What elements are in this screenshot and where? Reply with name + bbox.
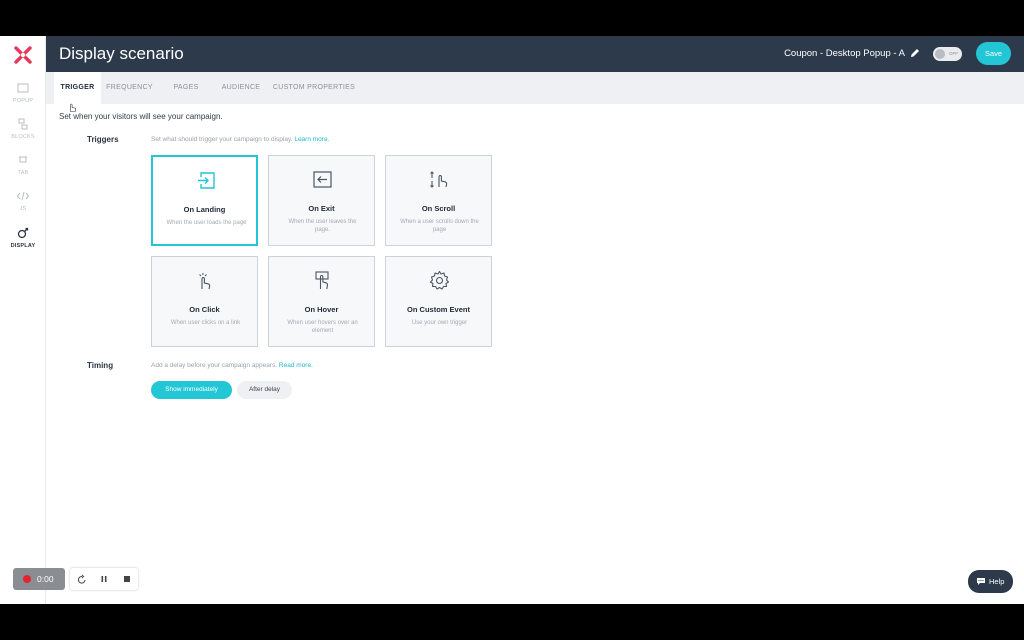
timing-description: Add a delay before your campaign appears…: [151, 362, 313, 369]
recorder-status[interactable]: 0:00: [13, 568, 65, 590]
trigger-card-on-exit[interactable]: On Exit When the user leaves the page.: [268, 155, 375, 246]
intro-text: Set when your visitors will see your cam…: [59, 112, 223, 121]
trigger-card-description: When the user loads the page: [166, 220, 247, 226]
sidebar-item-label: POPUP: [12, 98, 34, 104]
trigger-card-title: On Scroll: [421, 204, 456, 213]
toggle-label: OFF: [949, 51, 958, 56]
help-button[interactable]: Help: [968, 570, 1013, 593]
trigger-card-on-hover[interactable]: On Hover When user hovers over an elemen…: [268, 256, 375, 347]
stop-icon[interactable]: [121, 573, 133, 585]
sidebar-item-label: DISPLAY: [10, 243, 36, 249]
trigger-card-on-click[interactable]: On Click When user clicks on a link: [151, 256, 258, 347]
hover-icon: [315, 271, 329, 290]
enter-icon: [198, 172, 215, 189]
sidebar-item-label: TAB: [17, 170, 29, 176]
tab-pages[interactable]: PAGES: [164, 72, 208, 104]
tab-trigger[interactable]: TRIGGER: [54, 72, 101, 104]
campaign-name: Coupon - Desktop Popup - A: [784, 48, 905, 59]
code-icon: [16, 191, 30, 201]
triggers-description-text: Set what should trigger your campaign to…: [151, 136, 293, 143]
trigger-card-title: On Landing: [183, 205, 226, 214]
record-dot-icon: [23, 575, 31, 583]
trigger-card-description: When the user leaves the page.: [288, 219, 357, 233]
timing-description-text: Add a delay before your campaign appears…: [151, 362, 278, 369]
trigger-card-title: On Hover: [304, 305, 339, 314]
recorder-time: 0:00: [37, 574, 54, 584]
blocks-icon: [18, 118, 28, 130]
gear-icon: [429, 270, 450, 290]
page-title: Display scenario: [59, 44, 184, 63]
app-window: POPUP BLOCKS TAB JS DISPLAY Display scen…: [0, 36, 1024, 604]
tab-audience[interactable]: AUDIENCE: [216, 72, 266, 104]
read-more-link[interactable]: Read more.: [279, 362, 313, 369]
campaign-toggle[interactable]: OFF: [933, 47, 962, 61]
trigger-card-on-scroll[interactable]: On Scroll When a user scrolls down the p…: [385, 155, 492, 246]
sidebar-item-js[interactable]: JS: [0, 189, 46, 212]
trigger-card-on-custom-event[interactable]: On Custom Event Use your own trigger: [385, 256, 492, 347]
trigger-card-description: When a user scrolls down the page: [400, 219, 479, 233]
triggers-label: Triggers: [87, 135, 119, 144]
sidebar: POPUP BLOCKS TAB JS DISPLAY: [0, 36, 46, 604]
trigger-card-title: On Click: [189, 305, 220, 314]
topbar: Display scenario Coupon - Desktop Popup …: [46, 36, 1024, 72]
trigger-card-title: On Custom Event: [407, 305, 470, 314]
pause-icon[interactable]: [98, 573, 110, 585]
tab-custom-properties[interactable]: CUSTOM PROPERTIES: [272, 72, 356, 104]
pencil-icon[interactable]: [910, 48, 920, 58]
tab-bar: TRIGGER FREQUENCY PAGES AUDIENCE CUSTOM …: [46, 72, 1024, 104]
save-button[interactable]: Save: [976, 42, 1011, 65]
trigger-card-description: When user hovers over an element: [287, 320, 358, 334]
chat-icon: [977, 578, 985, 585]
hand-cursor-icon: [70, 103, 77, 112]
sidebar-item-display[interactable]: DISPLAY: [0, 226, 46, 249]
after-delay-button[interactable]: After delay: [237, 381, 292, 399]
trigger-card-on-landing[interactable]: On Landing When the user loads the page: [151, 155, 258, 246]
sidebar-item-label: BLOCKS: [11, 134, 35, 140]
tab-icon: [19, 156, 27, 163]
trigger-card-title: On Exit: [308, 204, 335, 213]
sidebar-item-blocks[interactable]: BLOCKS: [0, 117, 46, 140]
trigger-card-description: Use your own trigger: [411, 320, 468, 326]
sidebar-item-label: JS: [19, 206, 27, 212]
triggers-description: Set what should trigger your campaign to…: [151, 136, 329, 143]
show-immediately-button[interactable]: Show immediately: [151, 381, 232, 399]
toggle-knob: [935, 49, 945, 59]
help-label: Help: [989, 577, 1005, 586]
restart-icon[interactable]: [76, 573, 88, 585]
tab-frequency[interactable]: FREQUENCY: [101, 72, 158, 104]
sidebar-item-popup[interactable]: POPUP: [0, 81, 46, 104]
logo-icon: [14, 46, 32, 64]
timing-label: Timing: [87, 361, 114, 370]
click-icon: [199, 273, 211, 290]
exit-icon: [313, 171, 332, 188]
display-icon: [17, 227, 29, 239]
learn-more-link[interactable]: Learn more.: [294, 136, 329, 143]
trigger-card-description: When user clicks on a link: [170, 320, 241, 326]
sidebar-item-tab[interactable]: TAB: [0, 153, 46, 176]
popup-icon: [17, 83, 29, 93]
recorder-controls: [70, 568, 138, 590]
scroll-icon: [430, 171, 448, 188]
